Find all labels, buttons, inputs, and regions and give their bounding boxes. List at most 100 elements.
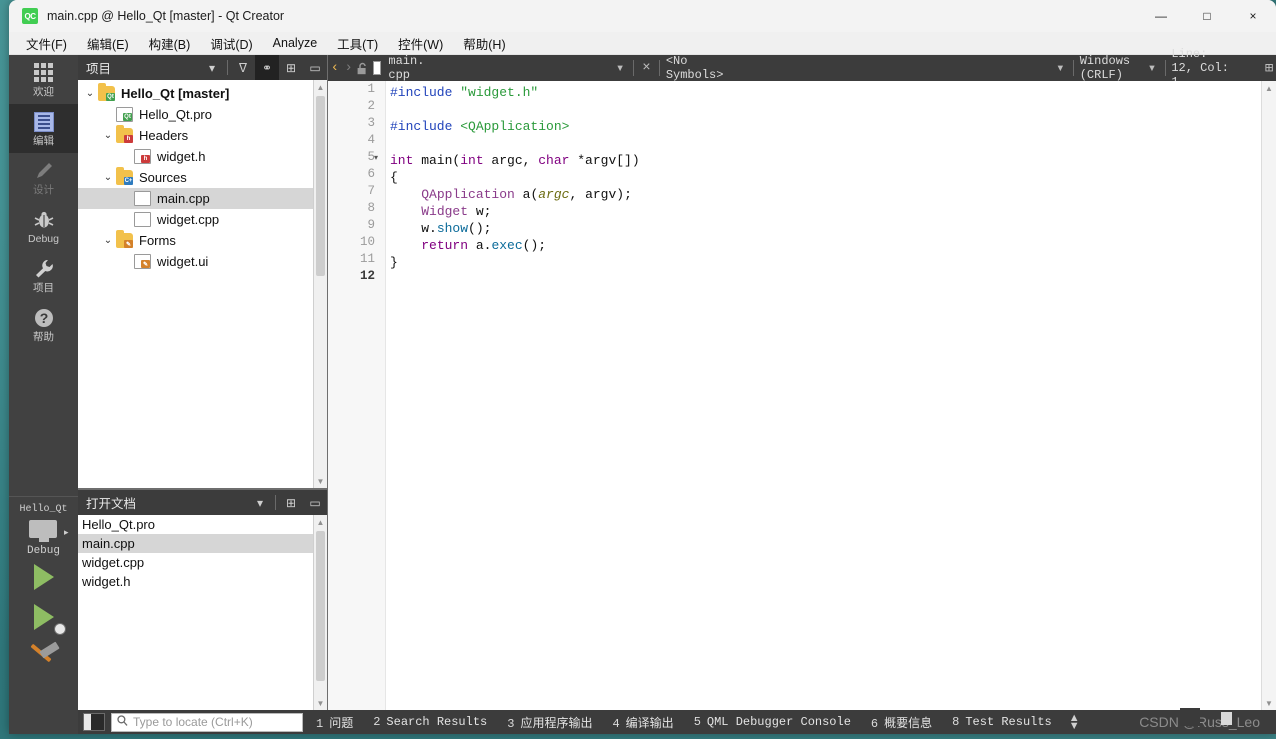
run-button[interactable] (9, 557, 78, 597)
output-pane-4[interactable]: 4 编译输出 (605, 712, 680, 733)
scroll-up-icon[interactable]: ▲ (314, 515, 327, 529)
scroll-down-icon[interactable]: ▼ (314, 474, 327, 488)
current-document-name: main. cpp (388, 54, 425, 82)
menu-item-4[interactable]: Analyze (264, 33, 326, 53)
project-tree-scrollbar[interactable]: ▲ ▼ (313, 80, 327, 488)
dock-selector-dropdown[interactable]: ▾ (248, 490, 272, 515)
document-dropdown-icon[interactable]: ▾ (613, 55, 627, 81)
scrollbar-thumb[interactable] (316, 531, 325, 681)
link-with-editor-icon[interactable]: ⚭ (255, 55, 279, 80)
mode-帮助[interactable]: ? 帮助 (9, 300, 78, 349)
scroll-down-icon[interactable]: ▼ (314, 696, 327, 710)
editor-scrollbar[interactable]: ▲ ▼ (1261, 81, 1276, 710)
menu-item-5[interactable]: 工具(T) (328, 31, 387, 56)
folder-ui-icon: ✎ (116, 230, 133, 248)
close-dock-icon[interactable]: ▭ (303, 55, 327, 80)
expand-chevron-icon[interactable]: ⌄ (82, 88, 98, 99)
code-token: argc (538, 187, 570, 202)
minimize-button[interactable]: — (1138, 0, 1184, 32)
debug-button[interactable] (9, 597, 78, 637)
mode-Debug[interactable]: Debug (9, 202, 78, 251)
mode-欢迎[interactable]: 欢迎 (9, 55, 78, 104)
edit-icon (33, 111, 54, 132)
code-line: #include "widget.h" (390, 84, 1258, 101)
menu-item-0[interactable]: 文件(F) (17, 31, 76, 56)
open-document-item[interactable]: widget.cpp (78, 553, 327, 572)
symbols-dropdown-icon[interactable]: ▾ (1053, 55, 1067, 81)
window-controls: — □ × (1138, 0, 1276, 32)
output-pane-6[interactable]: 6 概要信息 (864, 712, 939, 733)
question-icon: ? (34, 308, 53, 327)
pencil-icon (36, 162, 52, 178)
expand-chevron-icon[interactable]: ⌄ (100, 130, 116, 141)
fold-toggle-icon[interactable]: ▾ (368, 149, 384, 166)
open-document-item[interactable]: Hello_Qt.pro (78, 515, 327, 534)
svg-text:?: ? (39, 310, 48, 326)
dock-selector-dropdown[interactable]: ▾ (200, 55, 224, 80)
split-icon[interactable]: ⊞ (279, 490, 303, 515)
open-document-item[interactable]: widget.h (78, 572, 327, 591)
close-dock-icon[interactable]: ▭ (303, 490, 327, 515)
mode-项目[interactable]: 项目 (9, 251, 78, 300)
line-ending-dropdown-icon[interactable]: ▾ (1145, 55, 1159, 81)
close-button[interactable]: × (1230, 0, 1276, 32)
tree-item[interactable]: widget.cpp (78, 209, 327, 230)
output-pane-8[interactable]: 8 Test Results (945, 713, 1059, 731)
project-tree[interactable]: ⌄ Qt Hello_Qt [master] Qt Hello_Qt.pro ⌄ h Head… (78, 80, 327, 272)
tree-item[interactable]: ⌄ Qt Hello_Qt [master] (78, 83, 327, 104)
scroll-down-icon[interactable]: ▼ (1262, 696, 1276, 710)
navigate-forward-button[interactable]: › (342, 55, 356, 81)
code-editor[interactable]: 1 2 3 4 5 6 7 8 9 10 11 12 ▾ #include "widget.h" #i… (328, 81, 1276, 710)
output-pane-3[interactable]: 3 应用程序输出 (500, 712, 599, 733)
lock-icon[interactable] (356, 55, 370, 81)
mode-label: 设计 (33, 184, 54, 196)
tree-item[interactable]: main.cpp (78, 188, 327, 209)
fold-gutter[interactable]: ▾ (368, 81, 384, 285)
maximize-button[interactable]: □ (1184, 0, 1230, 32)
scroll-up-icon[interactable]: ▲ (1262, 81, 1276, 95)
expand-chevron-icon[interactable]: ⌄ (100, 235, 116, 246)
menu-item-6[interactable]: 控件(W) (389, 31, 452, 56)
menu-item-1[interactable]: 编辑(E) (78, 31, 138, 56)
mode-label: 编辑 (33, 135, 54, 147)
tree-item-label: Hello_Qt.pro (139, 107, 212, 122)
menu-item-3[interactable]: 调试(D) (201, 31, 261, 56)
qt-logo-icon: QC (22, 8, 38, 24)
mode-编辑[interactable]: 编辑 (9, 104, 78, 153)
tree-item[interactable]: ⌄ C+ Sources (78, 167, 327, 188)
menu-item-2[interactable]: 构建(B) (140, 31, 200, 56)
open-documents-scrollbar[interactable]: ▲ ▼ (313, 515, 327, 710)
current-document-chip[interactable]: main. cpp (369, 54, 428, 82)
filter-icon[interactable]: ᐁ (231, 55, 255, 80)
output-pane-navigate-icon[interactable]: ▲ ▼ (1069, 713, 1080, 732)
navigate-back-button[interactable]: ‹ (328, 55, 342, 81)
output-pane-1[interactable]: 1 问题 (309, 712, 360, 733)
sidebar-toggle-button[interactable] (83, 713, 105, 731)
split-icon[interactable]: ⊞ (279, 55, 303, 80)
tree-item[interactable]: ✎ widget.ui (78, 251, 327, 272)
close-document-button[interactable]: × (640, 55, 654, 81)
build-button[interactable] (9, 637, 78, 677)
target-selector-button[interactable]: ▸ (28, 520, 69, 542)
output-pane-2[interactable]: 2 Search Results (366, 713, 494, 731)
symbols-selector[interactable]: <No Symbols> (666, 54, 724, 82)
scrollbar-thumb[interactable] (316, 96, 325, 276)
open-documents-list[interactable]: Hello_Qt.pro main.cpp widget.cpp widget.h (78, 515, 327, 591)
line-ending-selector[interactable]: Windows (CRLF) (1080, 54, 1133, 82)
tree-item[interactable]: ⌄ h Headers (78, 125, 327, 146)
open-documents-header: 打开文档 ▾ ⊞ ▭ (78, 490, 327, 515)
split-editor-button[interactable]: ⊞ (1262, 55, 1276, 81)
output-pane-5[interactable]: 5 QML Debugger Console (687, 713, 858, 731)
file-type-badge: ✎ (141, 260, 150, 268)
tree-item[interactable]: ⌄ ✎ Forms (78, 230, 327, 251)
code-token: Widget (421, 204, 469, 219)
open-document-item[interactable]: main.cpp (78, 534, 327, 553)
tree-item[interactable]: Qt Hello_Qt.pro (78, 104, 327, 125)
menu-item-7[interactable]: 帮助(H) (454, 31, 514, 56)
scroll-up-icon[interactable]: ▲ (314, 80, 327, 94)
code-content[interactable]: #include "widget.h" #include <QApplicati… (390, 84, 1258, 288)
expand-chevron-icon[interactable]: ⌄ (100, 172, 116, 183)
locator-input[interactable]: Type to locate (Ctrl+K) (111, 712, 303, 732)
tree-item[interactable]: h widget.h (78, 146, 327, 167)
